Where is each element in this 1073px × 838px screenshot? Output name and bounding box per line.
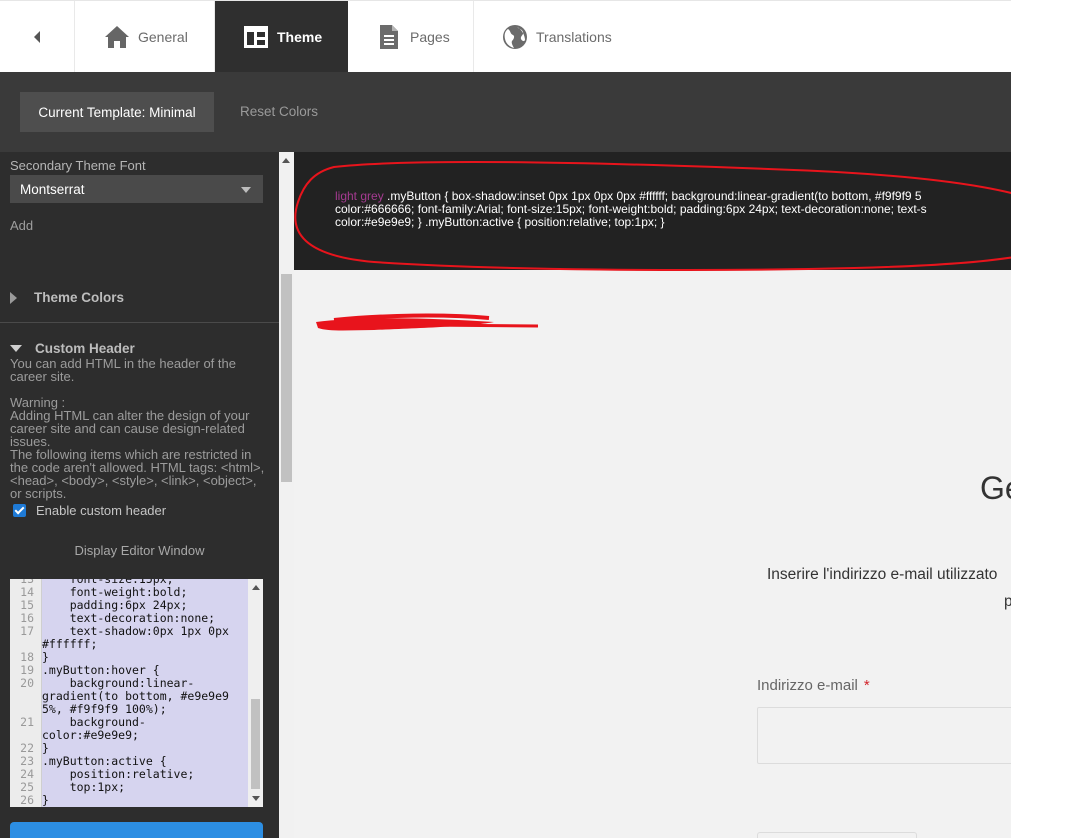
enable-custom-header-row[interactable]: Enable custom header (13, 503, 166, 518)
email-field[interactable] (757, 707, 1011, 764)
custom-header-preview: light grey .myButton { box-shadow:inset … (294, 152, 1011, 270)
code-text: color:#e9e9e9; (42, 728, 139, 742)
secondary-font-label: Secondary Theme Font (10, 158, 146, 173)
theme-colors-section[interactable]: Theme Colors (10, 290, 124, 305)
collapse-arrow-icon (10, 345, 22, 352)
css-preview-text: light grey .myButton { box-shadow:inset … (335, 190, 1011, 229)
tab-general[interactable]: General (76, 1, 215, 73)
page-heading: Ge (980, 470, 1011, 506)
scroll-up-icon[interactable] (252, 585, 260, 590)
custom-header-section[interactable]: Custom Header (10, 341, 135, 356)
back-button[interactable] (0, 1, 75, 73)
warning-text: Adding HTML can alter the design of your… (10, 408, 250, 449)
section-divider (0, 322, 279, 323)
code-text: } (42, 793, 49, 807)
chevron-down-icon (241, 187, 251, 193)
globe-icon (502, 24, 528, 50)
secondary-font-select[interactable]: Montserrat (10, 175, 263, 203)
site-preview: light grey .myButton { box-shadow:inset … (294, 152, 1011, 838)
css-line-3: color:#e9e9e9; } .myButton:active { posi… (335, 215, 665, 229)
code-line: 26} (10, 794, 242, 807)
display-editor-window-link[interactable]: Display Editor Window (0, 543, 279, 558)
instruction-text-continued: p (1004, 593, 1011, 610)
instruction-text: Inserire l'indirizzo e-mail utilizzato (767, 566, 998, 583)
line-number (10, 690, 38, 703)
submit-button-partial[interactable] (757, 832, 917, 838)
code-text: top:1px; (42, 780, 126, 794)
theme-toolbar: Current Template: Minimal Reset Colors (0, 72, 1011, 152)
css-comment: light grey (335, 189, 384, 203)
sidebar-scroll-thumb[interactable] (281, 274, 292, 482)
line-number: 17 (20, 624, 34, 638)
tab-translations-label: Translations (536, 29, 612, 45)
scroll-down-icon[interactable] (252, 796, 260, 801)
line-number: 26 (20, 793, 34, 807)
restricted-text: The following items which are restricted… (10, 447, 265, 501)
enable-custom-header-checkbox[interactable] (13, 504, 26, 517)
tab-pages-label: Pages (410, 29, 450, 45)
top-navigation: General Theme Pages Translations (0, 0, 1011, 73)
tab-translations[interactable]: Translations (474, 1, 1011, 73)
code-lines: 13 font-size:15px; 14 font-weight:bold; 15… (10, 579, 242, 807)
back-arrow-icon (34, 31, 40, 43)
sidebar-scrollbar[interactable] (279, 152, 294, 838)
home-icon (104, 24, 130, 50)
css-line-1: .myButton { box-shadow:inset 0px 1px 0px… (387, 189, 922, 203)
theme-colors-label: Theme Colors (34, 290, 125, 305)
current-template-button[interactable]: Current Template: Minimal (20, 92, 214, 132)
email-label-text: Indirizzo e-mail (757, 677, 858, 694)
editor-scrollbar[interactable] (248, 579, 263, 807)
tab-pages[interactable]: Pages (348, 1, 474, 73)
custom-header-description: You can add HTML in the header of the ca… (10, 357, 268, 500)
theme-sidebar: Secondary Theme Font Montserrat Add Them… (0, 152, 279, 838)
add-font-link[interactable]: Add (10, 218, 33, 233)
custom-header-label: Custom Header (35, 341, 135, 356)
line-number: 21 (20, 715, 34, 729)
scroll-up-icon[interactable] (282, 158, 290, 163)
tab-theme-label: Theme (277, 29, 323, 45)
document-icon (376, 24, 402, 50)
layout-icon (243, 24, 269, 50)
required-mark: * (863, 677, 870, 694)
description-text: You can add HTML in the header of the ca… (10, 356, 236, 384)
editor-scroll-thumb[interactable] (251, 699, 260, 789)
line-number: 20 (20, 676, 34, 690)
custom-header-code-editor[interactable]: 13 font-size:15px; 14 font-weight:bold; 15… (10, 579, 263, 807)
reset-colors-button[interactable]: Reset Colors (240, 104, 318, 119)
email-field-label: Indirizzo e-mail * (757, 677, 870, 694)
secondary-font-value: Montserrat (20, 181, 85, 197)
expand-arrow-icon (10, 291, 17, 304)
tab-theme[interactable]: Theme (215, 1, 348, 73)
tab-general-label: General (138, 29, 188, 45)
enable-custom-header-label: Enable custom header (36, 503, 167, 518)
save-button-partial[interactable] (10, 822, 263, 838)
